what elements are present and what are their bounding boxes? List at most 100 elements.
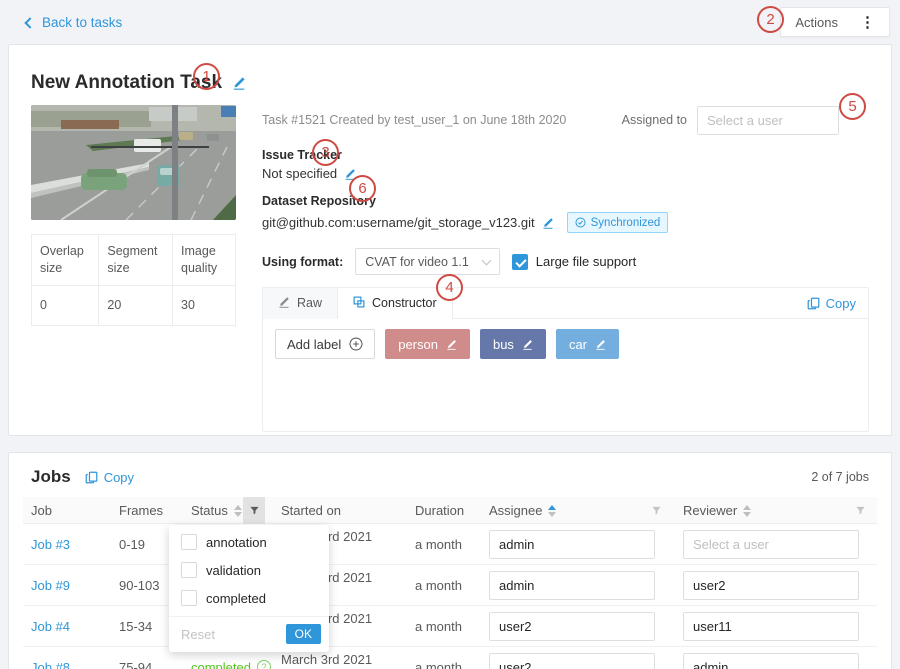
- label-tag-bus[interactable]: bus: [480, 329, 546, 359]
- filter-option-annotation[interactable]: annotation: [169, 525, 329, 556]
- filter-option-completed[interactable]: completed: [169, 584, 329, 612]
- label-tag-person-name: person: [398, 337, 438, 352]
- annotation-circle-5: 5: [839, 93, 866, 120]
- large-file-support-checkbox[interactable]: [512, 254, 528, 270]
- edit-label-icon[interactable]: [595, 339, 606, 350]
- annotation-circle-2: 2: [757, 6, 784, 33]
- filter-option-label: validation: [206, 563, 261, 578]
- annotation-circle-6: 6: [349, 175, 376, 202]
- copy-jobs-label: Copy: [104, 470, 134, 485]
- table-row: Job #9 90-103 March 3rd 2021 16:03 a mon…: [23, 565, 877, 606]
- filter-reset-button[interactable]: Reset: [181, 627, 215, 642]
- sort-status-control[interactable]: [234, 505, 242, 517]
- issue-tracker-label: Issue Tracker: [262, 148, 869, 162]
- job-duration: a month: [407, 537, 481, 552]
- task-preview-image: [31, 105, 236, 220]
- column-header-frames: Frames: [111, 497, 183, 524]
- annotation-circle-1: 1: [193, 63, 220, 90]
- annotation-checkbox[interactable]: [181, 534, 197, 550]
- task-meta: Task #1521 Created by test_user_1 on Jun…: [262, 113, 566, 127]
- column-header-job: Job: [23, 497, 111, 524]
- job-duration: a month: [407, 578, 481, 593]
- column-header-reviewer[interactable]: Reviewer: [675, 497, 879, 524]
- job-duration: a month: [407, 660, 481, 669]
- edit-task-name-icon[interactable]: [232, 76, 246, 90]
- block-icon: [353, 296, 365, 311]
- job-link[interactable]: Job #8: [31, 660, 70, 669]
- reviewer-input[interactable]: [683, 653, 859, 669]
- label-tag-person[interactable]: person: [385, 329, 470, 359]
- param-value-segment: 20: [99, 285, 173, 325]
- job-link[interactable]: Job #3: [31, 537, 70, 552]
- job-frames: 75-94: [111, 660, 183, 669]
- tab-raw[interactable]: Raw: [263, 288, 338, 319]
- annotation-circle-3: 3: [312, 139, 339, 166]
- label-tag-car[interactable]: car: [556, 329, 619, 359]
- param-header-quality: Image quality: [173, 235, 236, 286]
- back-to-tasks-label: Back to tasks: [42, 15, 122, 30]
- assignee-input[interactable]: [489, 653, 655, 669]
- copy-labels-button[interactable]: Copy: [807, 296, 856, 311]
- filter-assignee-icon[interactable]: [645, 497, 667, 524]
- param-value-overlap: 0: [32, 285, 99, 325]
- issue-tracker-value: Not specified: [262, 166, 337, 181]
- filter-option-label: completed: [206, 591, 266, 606]
- check-circle-icon: [575, 217, 586, 228]
- completed-checkbox[interactable]: [181, 590, 197, 606]
- plus-circle-icon: [349, 337, 363, 351]
- jobs-table: Job Frames Status Started on Duration As…: [23, 497, 877, 669]
- add-label-button[interactable]: Add label: [275, 329, 375, 359]
- label-tag-car-name: car: [569, 337, 587, 352]
- jobs-card: Jobs Copy 2 of 7 jobs Job Frames Status …: [8, 452, 892, 669]
- dataset-repository-url: git@github.com:username/git_storage_v123…: [262, 215, 535, 230]
- reviewer-input[interactable]: [683, 612, 859, 641]
- filter-status-icon[interactable]: [243, 497, 265, 524]
- labels-editor: Raw Constructor Copy Add l: [262, 287, 869, 432]
- filter-option-validation[interactable]: validation: [169, 556, 329, 584]
- add-label-text: Add label: [287, 337, 341, 352]
- reviewer-input[interactable]: [683, 530, 859, 559]
- assignee-input[interactable]: [489, 530, 655, 559]
- filter-reviewer-icon[interactable]: [849, 497, 871, 524]
- column-header-assignee[interactable]: Assignee: [481, 497, 675, 524]
- jobs-table-header: Job Frames Status Started on Duration As…: [23, 497, 877, 524]
- format-select[interactable]: CVAT for video 1.1: [355, 248, 500, 275]
- column-header-status[interactable]: Status: [183, 497, 273, 524]
- job-link[interactable]: Job #9: [31, 578, 70, 593]
- assigned-to-input[interactable]: [697, 106, 839, 135]
- assignee-input[interactable]: [489, 571, 655, 600]
- job-duration: a month: [407, 619, 481, 634]
- sync-badge-label: Synchronized: [591, 217, 661, 229]
- sync-status-badge: Synchronized: [567, 212, 669, 233]
- sort-reviewer-control[interactable]: [743, 505, 751, 517]
- edit-repository-icon[interactable]: [542, 217, 554, 229]
- assigned-to-label: Assigned to: [622, 113, 687, 127]
- jobs-title: Jobs: [31, 467, 71, 487]
- question-circle-icon: ?: [257, 660, 271, 669]
- param-value-quality: 30: [173, 285, 236, 325]
- job-link[interactable]: Job #4: [31, 619, 70, 634]
- filter-option-label: annotation: [206, 535, 267, 550]
- chevron-left-icon: [24, 17, 35, 28]
- edit-label-icon[interactable]: [522, 339, 533, 350]
- filter-ok-button[interactable]: OK: [286, 624, 321, 644]
- edit-label-icon[interactable]: [446, 339, 457, 350]
- job-started: March 3rd 2021 16:03: [273, 652, 407, 669]
- sort-assignee-control[interactable]: [548, 505, 556, 517]
- tab-constructor[interactable]: Constructor: [338, 288, 453, 320]
- table-row: Job #8 75-94 completed ? March 3rd 2021 …: [23, 647, 877, 669]
- back-to-tasks-link[interactable]: Back to tasks: [26, 15, 122, 30]
- task-parameters-table: Overlap size Segment size Image quality …: [31, 234, 236, 326]
- assignee-input[interactable]: [489, 612, 655, 641]
- status-filter-dropdown: annotation validation completed Reset OK: [169, 525, 329, 652]
- copy-jobs-button[interactable]: Copy: [85, 470, 134, 485]
- validation-checkbox[interactable]: [181, 562, 197, 578]
- table-row: Job #3 0-19 March 3rd 2021 16:03 a month: [23, 524, 877, 565]
- using-format-label: Using format:: [262, 255, 343, 269]
- status-badge: completed ?: [191, 660, 271, 669]
- tab-raw-label: Raw: [297, 296, 322, 310]
- reviewer-input[interactable]: [683, 571, 859, 600]
- column-header-started: Started on: [273, 497, 407, 524]
- large-file-support-label: Large file support: [536, 254, 636, 269]
- actions-button[interactable]: Actions ⋮: [780, 7, 890, 37]
